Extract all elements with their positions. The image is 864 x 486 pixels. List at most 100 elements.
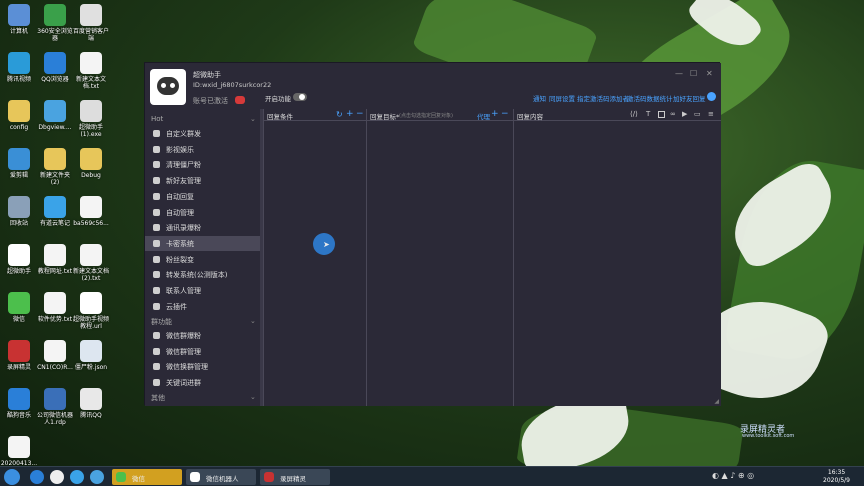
desktop-icon[interactable]: ba569c56... [72,196,110,227]
sidebar-item[interactable]: 微信换群管理 [145,359,261,374]
desktop-icon[interactable]: 软件优势.txt [36,292,74,323]
file-icon [44,148,66,170]
desktop-icon[interactable]: 新建文件夹(2) [36,148,74,186]
sidebar-section-hot[interactable]: Hot [151,115,163,123]
tray-icons[interactable]: ◐ ▲ ♪ ⊕ ◎ [712,471,754,480]
share-icon [153,255,160,263]
link-icon[interactable]: ∞ [670,110,676,118]
file-icon [8,436,30,458]
help-icon[interactable] [707,92,716,101]
clock[interactable]: 16:35 2020/5/9 [823,469,850,485]
sidebar-section-group[interactable]: 群功能 [151,317,172,327]
video-icon[interactable]: ▶ [682,110,687,118]
link-code-stats[interactable]: 激活码数据统计 [627,93,673,103]
sidebar-item[interactable]: 自定义群发 [145,126,261,141]
desktop-icon[interactable]: CN1(CO)R... [36,340,74,371]
sidebar-item[interactable]: 卡密系统 [145,235,261,251]
desktop-icon[interactable]: 微信 [0,292,38,323]
desktop-icon[interactable]: 百度营销客户端 [72,4,110,42]
sidebar-section-other[interactable]: 其他 [151,393,165,403]
minimize-button[interactable]: — [675,69,683,78]
kugou-icon[interactable] [30,470,44,484]
link-notice[interactable]: 通知 [533,93,546,103]
desktop-icon[interactable]: 新建文本文档(2).txt [72,244,110,282]
sidebar-item[interactable]: 影视娱乐 [145,142,261,157]
desktop-icon[interactable]: 录屏精灵 [0,340,38,371]
link-screen-settings[interactable]: 同屏设置 [549,93,575,103]
desktop-icon[interactable]: 公司微信机器人1.rdp [36,388,74,426]
sidebar-item[interactable]: 联系人管理 [145,283,261,298]
folder-icon[interactable]: ▭ [694,110,701,118]
taskbar-wechat[interactable]: 微信 [112,469,182,485]
sidebar-item[interactable]: 清理僵尸粉 [145,157,261,172]
desktop-icon[interactable]: 计算机 [0,4,38,35]
desktop-icon[interactable]: 有道云笔记 [36,196,74,227]
desktop-icon[interactable]: 腾讯QQ [72,388,110,419]
sidebar-item[interactable]: 通讯录爆粉 [145,220,261,235]
desktop-icon-label: 教程网址.txt [37,268,73,275]
desktop-icon[interactable]: 超微助手 [0,244,38,275]
file-icon [8,52,30,74]
desktop-icon[interactable]: 超微助手视频教程.url [72,292,110,330]
desktop-icon[interactable]: 360安全浏览器 [36,4,74,42]
sidebar-item[interactable]: 微信群管理 [145,344,261,359]
desktop-icon[interactable]: 新建文本文档.txt [72,52,110,90]
text-icon[interactable]: T [646,110,650,118]
file-icon [8,196,30,218]
sidebar-item[interactable]: 微信群爆粉 [145,328,261,343]
taskbar-robot[interactable]: 微信机器人 [186,469,256,485]
taskbar-label: 微信机器人 [206,475,239,483]
add-icon[interactable]: + [491,109,499,119]
menu-icon[interactable]: ≡ [708,110,714,118]
desktop-icon-label: Debug [81,172,101,179]
desktop-icon[interactable]: 僵尸粉.json [72,340,110,371]
start-button-icon[interactable] [4,469,20,485]
sidebar-item[interactable]: 粉丝裂变 [145,252,261,267]
chevron-down-icon[interactable]: ⌄ [250,317,256,325]
desktop-icon[interactable]: QQ浏览器 [36,52,74,83]
remove-icon[interactable]: − [356,109,364,119]
resize-grip-icon[interactable]: ◢ [714,398,719,405]
reply-icon [153,192,160,200]
sidebar-item[interactable]: 云插件 [145,299,261,314]
close-button[interactable]: ✕ [706,69,713,78]
desktop-icon[interactable]: 回收站 [0,196,38,227]
qq-browser-icon[interactable] [90,470,104,484]
sidebar-item[interactable]: 新好友管理 [145,173,261,188]
robot-icon [157,77,179,95]
feature-toggle[interactable] [293,93,307,101]
sidebar-item[interactable]: 关键词进群 [145,375,261,390]
desktop-icon[interactable]: Dbgview.... [36,100,74,131]
sidebar-item-label: 转发系统(公测版本) [166,271,228,280]
desktop-icon[interactable]: Debug [72,148,110,179]
file-icon [8,244,30,266]
code-icon[interactable]: ⟨/⟩ [630,110,638,118]
desktop-icon[interactable]: 超微助手(1).exe [72,100,110,138]
desktop-icon[interactable]: 20200413... [0,436,38,467]
avatar[interactable] [150,69,186,105]
add-icon[interactable]: + [346,109,354,119]
link-code-adder[interactable]: 指定激活码添加者 [577,93,629,103]
browser-icon[interactable] [70,470,84,484]
desktop-icon[interactable]: 腾讯视频 [0,52,38,83]
taskbar-recorder[interactable]: 录屏精灵 [260,469,330,485]
robot-taskbar-icon[interactable] [50,470,64,484]
desktop-icon-label: 爱剪辑 [9,172,28,179]
sidebar-item[interactable]: 转发系统(公测版本) [145,267,261,282]
image-icon[interactable] [658,111,665,118]
desktop-icon[interactable]: 教程网址.txt [36,244,74,275]
refresh-icon[interactable]: ↻ [336,110,343,119]
maximize-button[interactable]: ☐ [690,69,697,78]
desktop-icon[interactable]: 爱剪辑 [0,148,38,179]
remove-icon[interactable]: − [501,109,509,119]
desktop-icon[interactable]: config [0,100,38,131]
chevron-down-icon[interactable]: ⌄ [250,393,256,401]
proxy-link[interactable]: 代理 [477,111,490,121]
sidebar-item[interactable]: 自动管理 [145,205,261,220]
panel-conditions-header: 回复条件 ↻ + − [264,109,366,121]
desktop-icon[interactable]: 酷狗音乐 [0,388,38,419]
sidebar-item[interactable]: 自动回复 [145,189,261,204]
link-friend-reply[interactable]: 加好友回复 [673,93,706,103]
chevron-down-icon[interactable]: ⌄ [250,115,256,123]
file-icon [8,292,30,314]
